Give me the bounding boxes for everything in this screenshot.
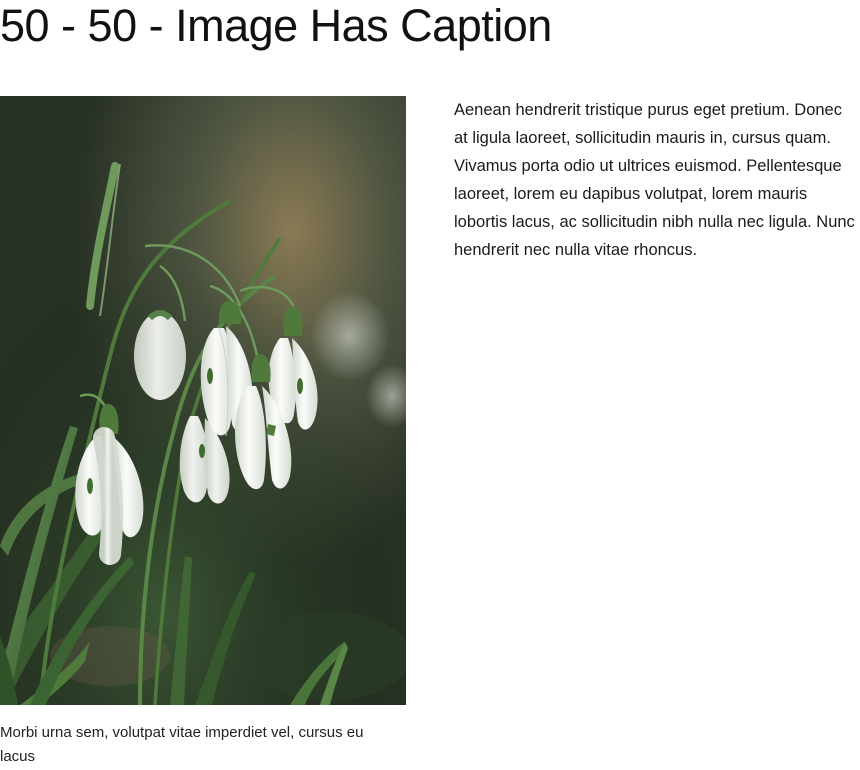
page: 50 - 50 - Image Has Caption Morbi urna s…	[0, 0, 860, 770]
snowdrop-flower	[134, 310, 186, 400]
body-paragraph: Aenean hendrerit tristique purus eget pr…	[454, 101, 855, 259]
snowdrop-flowers-photo	[0, 96, 406, 705]
image-with-caption: Morbi urna sem, volutpat vitae imperdiet…	[0, 96, 406, 769]
page-title: 50 - 50 - Image Has Caption	[0, 0, 552, 51]
image-caption: Morbi urna sem, volutpat vitae imperdiet…	[0, 724, 364, 765]
